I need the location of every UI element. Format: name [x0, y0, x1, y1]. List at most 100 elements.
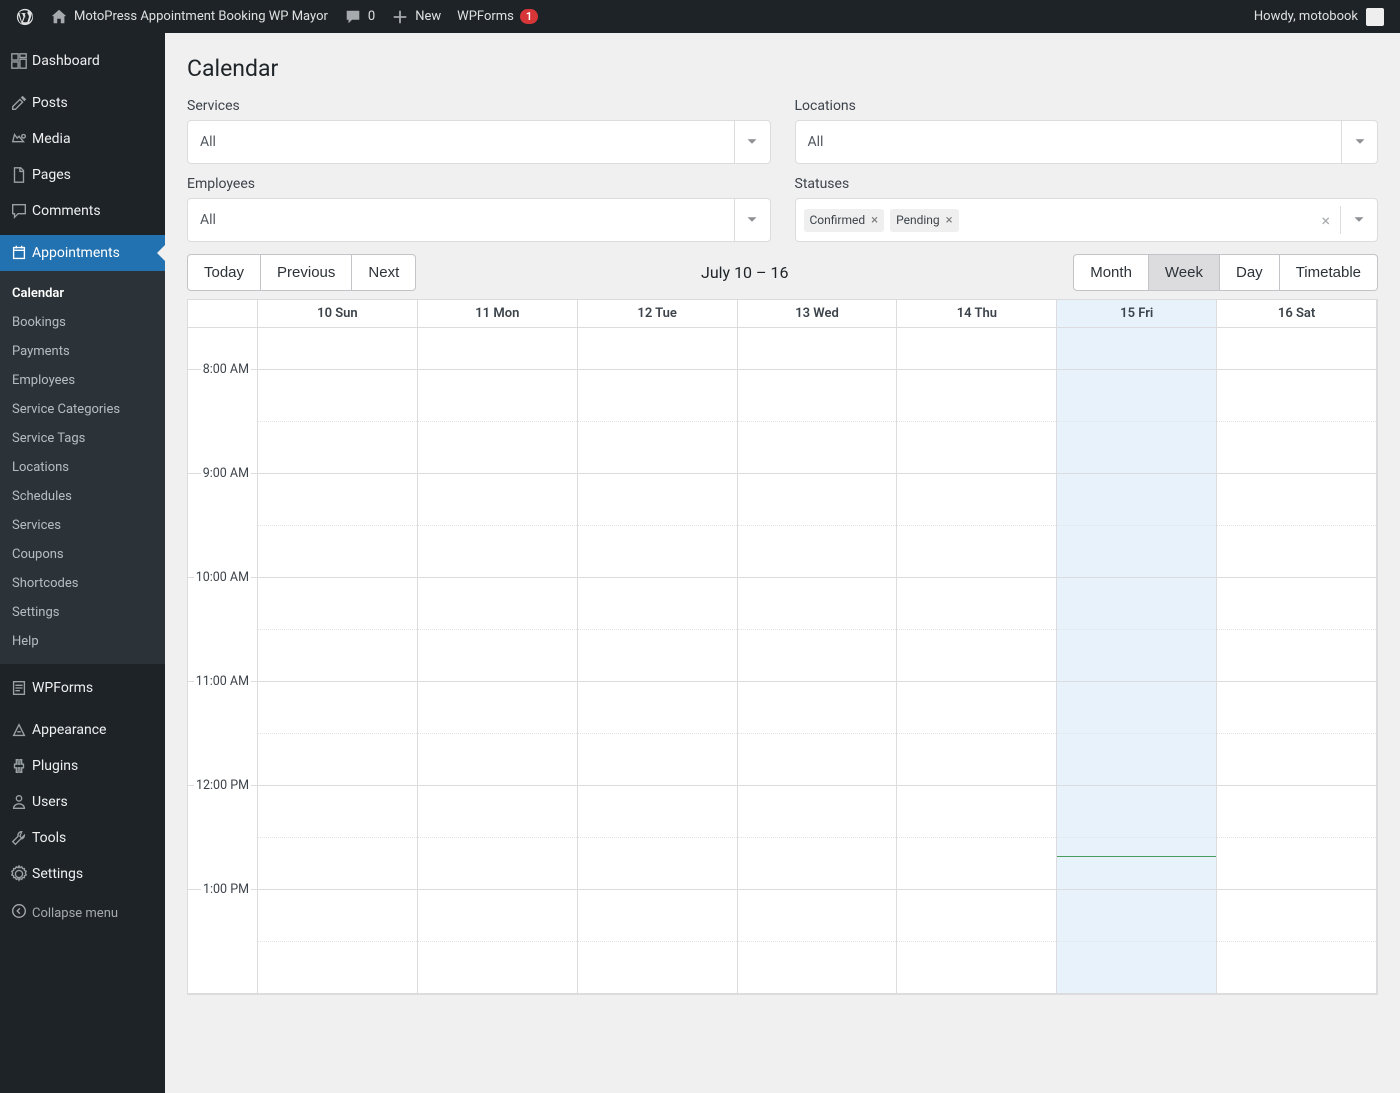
calendar-cell[interactable]: [578, 682, 737, 786]
sidebar-item-plugins[interactable]: Plugins: [0, 748, 165, 784]
sidebar-item-appearance[interactable]: Appearance: [0, 712, 165, 748]
day-header[interactable]: 13 Wed: [738, 300, 898, 327]
calendar-cell[interactable]: [258, 682, 417, 786]
sidebar-subitem-services[interactable]: Services: [0, 511, 165, 540]
day-header[interactable]: 16 Sat: [1217, 300, 1377, 327]
calendar-cell[interactable]: [258, 786, 417, 890]
calendar-cell[interactable]: [1057, 370, 1216, 474]
calendar-cell[interactable]: [418, 474, 577, 578]
calendar-cell[interactable]: [418, 890, 577, 994]
calendar-cell[interactable]: [1217, 370, 1376, 474]
calendar-cell[interactable]: [738, 682, 897, 786]
day-header[interactable]: 12 Tue: [578, 300, 738, 327]
calendar-cell[interactable]: [738, 786, 897, 890]
view-week-button[interactable]: Week: [1149, 254, 1220, 291]
calendar-cell[interactable]: [258, 370, 417, 474]
day-column[interactable]: [1217, 328, 1377, 994]
view-month-button[interactable]: Month: [1073, 254, 1149, 291]
calendar-cell[interactable]: [1217, 682, 1376, 786]
view-timetable-button[interactable]: Timetable: [1280, 254, 1378, 291]
sidebar-subitem-payments[interactable]: Payments: [0, 337, 165, 366]
sidebar-subitem-schedules[interactable]: Schedules: [0, 482, 165, 511]
day-header[interactable]: 15 Fri: [1057, 300, 1217, 327]
day-header[interactable]: 14 Thu: [897, 300, 1057, 327]
view-day-button[interactable]: Day: [1220, 254, 1280, 291]
calendar-cell[interactable]: [897, 890, 1056, 994]
employees-select[interactable]: All: [187, 198, 771, 242]
wpforms-link[interactable]: WPForms 1: [449, 0, 546, 33]
clear-icon[interactable]: ×: [1311, 211, 1340, 230]
sidebar-subitem-employees[interactable]: Employees: [0, 366, 165, 395]
calendar-cell[interactable]: [738, 890, 897, 994]
day-column[interactable]: [578, 328, 738, 994]
comments-link[interactable]: 0: [336, 0, 383, 33]
calendar-cell[interactable]: [738, 578, 897, 682]
day-header[interactable]: 10 Sun: [258, 300, 418, 327]
calendar-cell[interactable]: [258, 578, 417, 682]
calendar-cell[interactable]: [1057, 682, 1216, 786]
services-select[interactable]: All: [187, 120, 771, 164]
sidebar-item-appointments[interactable]: Appointments: [0, 235, 165, 271]
calendar-cell[interactable]: [1057, 890, 1216, 994]
remove-tag-icon[interactable]: ×: [946, 213, 953, 228]
calendar-cell[interactable]: [578, 786, 737, 890]
day-column[interactable]: [418, 328, 578, 994]
sidebar-subitem-calendar[interactable]: Calendar: [0, 279, 165, 308]
calendar-cell[interactable]: [418, 682, 577, 786]
statuses-select[interactable]: Confirmed×Pending× ×: [795, 198, 1379, 242]
previous-button[interactable]: Previous: [261, 254, 352, 291]
day-column[interactable]: [738, 328, 898, 994]
sidebar-subitem-service-tags[interactable]: Service Tags: [0, 424, 165, 453]
calendar-cell[interactable]: [897, 578, 1056, 682]
site-link[interactable]: MotoPress Appointment Booking WP Mayor: [42, 0, 336, 33]
new-link[interactable]: New: [383, 0, 449, 33]
calendar-cell[interactable]: [578, 578, 737, 682]
locations-select[interactable]: All: [795, 120, 1379, 164]
calendar-cell[interactable]: [1217, 786, 1376, 890]
sidebar-subitem-service-categories[interactable]: Service Categories: [0, 395, 165, 424]
calendar-cell[interactable]: [897, 474, 1056, 578]
calendar-cell[interactable]: [1217, 474, 1376, 578]
sidebar-subitem-shortcodes[interactable]: Shortcodes: [0, 569, 165, 598]
sidebar-subitem-locations[interactable]: Locations: [0, 453, 165, 482]
sidebar-subitem-bookings[interactable]: Bookings: [0, 308, 165, 337]
calendar-cell[interactable]: [1217, 578, 1376, 682]
sidebar-item-comments[interactable]: Comments: [0, 193, 165, 229]
calendar-cell[interactable]: [578, 890, 737, 994]
calendar-cell[interactable]: [1057, 474, 1216, 578]
calendar-cell[interactable]: [897, 682, 1056, 786]
sidebar-subitem-coupons[interactable]: Coupons: [0, 540, 165, 569]
remove-tag-icon[interactable]: ×: [871, 213, 878, 228]
sidebar-item-settings[interactable]: Settings: [0, 856, 165, 892]
next-button[interactable]: Next: [352, 254, 416, 291]
calendar-cell[interactable]: [418, 786, 577, 890]
calendar-cell[interactable]: [897, 370, 1056, 474]
calendar-cell[interactable]: [1057, 786, 1216, 890]
calendar-cell[interactable]: [418, 370, 577, 474]
day-header[interactable]: 11 Mon: [418, 300, 578, 327]
day-column[interactable]: [897, 328, 1057, 994]
sidebar-item-tools[interactable]: Tools: [0, 820, 165, 856]
sidebar-item-media[interactable]: Media: [0, 121, 165, 157]
sidebar-item-users[interactable]: Users: [0, 784, 165, 820]
day-column[interactable]: [258, 328, 418, 994]
my-account[interactable]: Howdy, motobook: [1246, 0, 1392, 33]
calendar-cell[interactable]: [578, 474, 737, 578]
sidebar-subitem-help[interactable]: Help: [0, 627, 165, 656]
sidebar-item-pages[interactable]: Pages: [0, 157, 165, 193]
calendar-cell[interactable]: [738, 370, 897, 474]
calendar-cell[interactable]: [897, 786, 1056, 890]
collapse-menu[interactable]: Collapse menu: [0, 892, 165, 934]
calendar-cell[interactable]: [1057, 578, 1216, 682]
calendar-cell[interactable]: [418, 578, 577, 682]
calendar-cell[interactable]: [258, 474, 417, 578]
sidebar-item-dashboard[interactable]: Dashboard: [0, 43, 165, 79]
sidebar-item-wpforms[interactable]: WPForms: [0, 670, 165, 706]
day-column[interactable]: [1057, 328, 1217, 994]
sidebar-item-posts[interactable]: Posts: [0, 85, 165, 121]
calendar-cell[interactable]: [738, 474, 897, 578]
calendar-cell[interactable]: [578, 370, 737, 474]
calendar-cell[interactable]: [258, 890, 417, 994]
calendar-grid[interactable]: 10 Sun11 Mon12 Tue13 Wed14 Thu15 Fri16 S…: [187, 299, 1378, 995]
calendar-cell[interactable]: [1217, 890, 1376, 994]
